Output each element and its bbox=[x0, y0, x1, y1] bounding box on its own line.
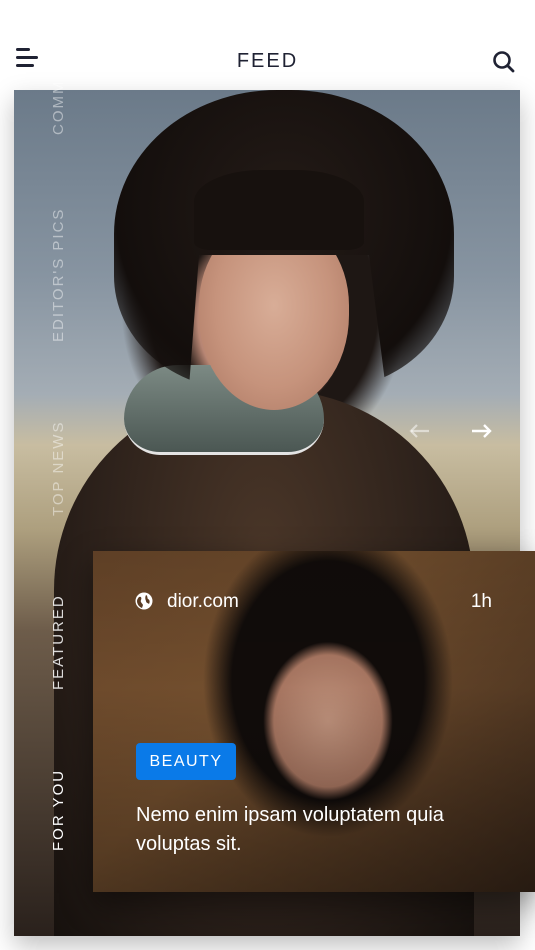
category-featured[interactable]: FEATURED bbox=[50, 594, 67, 690]
category-top-news[interactable]: TOP NEWS bbox=[50, 421, 67, 516]
category-community[interactable]: COMM bbox=[50, 80, 67, 136]
header: FEED bbox=[0, 0, 535, 90]
search-icon[interactable] bbox=[492, 50, 516, 74]
category-tag[interactable]: BEAUTY bbox=[136, 743, 236, 780]
category-editors-pics[interactable]: EDITOR'S PICS bbox=[50, 208, 67, 342]
card-headline[interactable]: Nemo enim ipsam voluptatem quia voluptas… bbox=[136, 801, 466, 859]
timestamp: 1h bbox=[470, 591, 492, 612]
category-for-you[interactable]: FOR YOU bbox=[50, 769, 67, 851]
source-domain[interactable]: dior.com bbox=[167, 591, 239, 613]
page-title: FEED bbox=[236, 50, 299, 72]
globe-icon bbox=[135, 592, 153, 610]
arrow-right-icon[interactable] bbox=[471, 423, 493, 439]
feed-screen: FEED COMM EDITOR'S PICS TOP NEWS FEATURE… bbox=[0, 0, 535, 950]
arrow-left-icon[interactable] bbox=[408, 423, 430, 439]
news-card[interactable]: dior.com 1h BEAUTY Nemo enim ipsam volup… bbox=[93, 551, 535, 892]
